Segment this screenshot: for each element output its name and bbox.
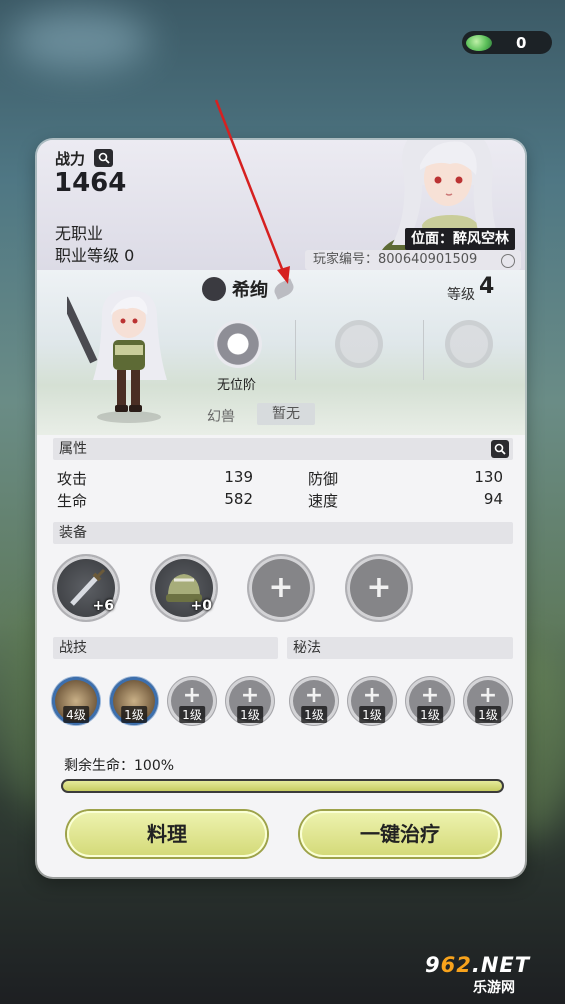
job-label: 无职业 [55,224,104,243]
stat-value: 139 [224,468,253,486]
stat-value: 94 [483,490,503,508]
plus-icon: + [420,683,440,708]
equipment-slot-empty[interactable]: + [347,556,411,620]
stat-label: 攻击 [57,470,88,488]
player-id[interactable]: 玩家编号：800640901509 [305,250,521,270]
stat-value: 582 [224,490,253,508]
plus-icon: + [478,683,498,708]
pet-name: 希绚 [232,280,268,301]
currency-count: 0 [516,33,527,52]
equipment-header: 装备 [53,522,513,544]
player-id-text: 玩家编号：800640901509 [313,252,478,267]
watermark-number: 62 [440,953,472,977]
skill-level-badge: 1级 [121,706,147,723]
skills-header: 战技 [53,637,278,659]
equipment-badge: +0 [190,598,212,614]
beast-label: 幻兽 [207,409,235,425]
rank-label: 无位阶 [217,378,257,393]
job-level: 职业等级 0 [55,246,135,265]
watermark-logo: 962.NET [425,953,557,977]
secret-level-badge: 1级 [359,706,385,723]
currency-pill[interactable]: 0 [462,31,552,54]
location-tag: 位面：醉风空林 [405,228,515,250]
watermark-suffix: .NET [471,953,531,977]
plus-icon: + [240,683,260,708]
equipment-slot-empty[interactable]: + [249,556,313,620]
divider [423,320,424,380]
plus-icon: + [268,570,294,605]
skill-level-badge: 1级 [179,706,205,723]
skill-slot-empty[interactable]: + 1级 [168,677,216,725]
secrets-title: 秘法 [293,640,321,656]
copy-icon[interactable] [501,254,515,268]
search-icon[interactable] [491,440,509,458]
equipment-title: 装备 [59,525,87,541]
power-label: 战力 [55,150,86,168]
skill-slot[interactable]: 1级 [110,677,158,725]
attributes-title: 属性 [59,441,87,457]
secret-level-badge: 1级 [301,706,327,723]
power-value: 1464 [54,168,127,198]
plus-icon: + [304,683,324,708]
skills-title: 战技 [59,640,87,656]
skill-level-badge: 1级 [237,706,263,723]
heal-all-button[interactable]: 一键治疗 [300,811,500,857]
attributes-header: 属性 [53,438,513,460]
equipment-slot-helmet[interactable]: +0 [152,556,216,620]
skill-slot-empty[interactable]: + 1级 [226,677,274,725]
locked-rank-icon[interactable] [445,320,493,368]
secret-slot-empty[interactable]: + 1级 [290,677,338,725]
divider [295,320,296,380]
level-value: 4 [479,274,495,299]
secret-slot-empty[interactable]: + 1级 [348,677,396,725]
pet-area: 希绚 等级 4 无位阶 幻兽 暂无 [37,270,525,435]
secrets-header: 秘法 [287,637,513,659]
plus-icon: + [362,683,382,708]
background-blur [10,10,150,70]
character-panel: 战力 1464 无职业 职业等级 0 位面：醉风空林 玩家编号：80064090… [37,140,525,877]
plus-icon: + [182,683,202,708]
stat-label: 生命 [57,492,88,510]
pet-figure [67,290,167,423]
stat-label: 防御 [308,470,339,488]
equipment-slot-sword[interactable]: +6 [54,556,118,620]
level-label: 等级 [447,287,475,303]
skill-slot[interactable]: 4级 [52,677,100,725]
secret-slot-empty[interactable]: + 1级 [406,677,454,725]
stat-label: 速度 [308,492,339,510]
skill-level-badge: 4级 [63,706,89,723]
stat-value: 130 [474,468,503,486]
remaining-health-label: 剩余生命：100% [64,758,175,774]
health-bar [61,779,504,793]
secret-slot-empty[interactable]: + 1级 [464,677,512,725]
secret-level-badge: 1级 [475,706,501,723]
pet-emblem-icon [202,277,226,301]
equipment-badge: +6 [92,598,114,614]
pet-name-row: 希绚 [202,276,297,302]
plus-icon: + [366,570,392,605]
site-watermark: 962.NET 乐游网 [425,953,557,996]
secret-level-badge: 1级 [417,706,443,723]
feather-icon[interactable] [271,278,297,300]
cook-button[interactable]: 料理 [67,811,267,857]
search-icon[interactable] [94,149,113,167]
beast-value[interactable]: 暂无 [257,403,315,425]
rank-emblem-icon[interactable] [214,320,262,368]
health-bar-fill [63,781,502,791]
green-gem-icon [466,34,492,51]
watermark-text: 乐游网 [473,980,515,996]
locked-rank-icon[interactable] [335,320,383,368]
watermark-prefix: 9 [425,953,441,977]
character-header: 战力 1464 无职业 职业等级 0 位面：醉风空林 玩家编号：80064090… [37,140,525,270]
